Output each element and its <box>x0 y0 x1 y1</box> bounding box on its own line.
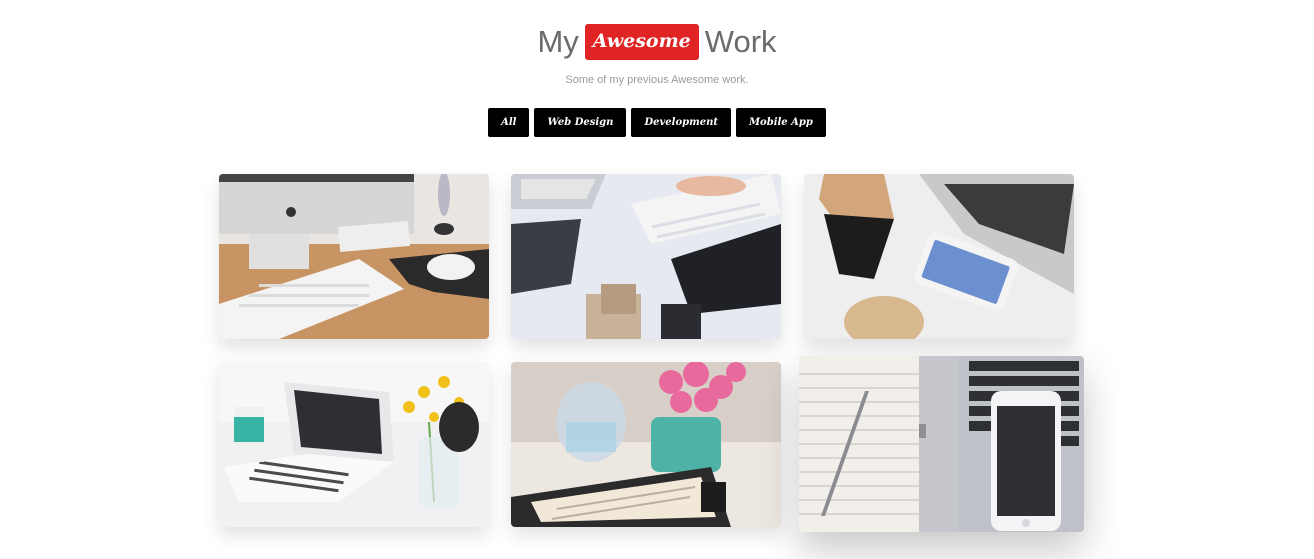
notebook-iphone-image <box>799 356 1084 532</box>
filter-bar: All Web Design Development Mobile App <box>0 108 1314 137</box>
title-pre: My <box>537 24 579 59</box>
flowers-planner-image <box>511 362 781 527</box>
white-laptop-flowers-image <box>219 362 489 527</box>
portfolio-item-notebook-iphone[interactable] <box>799 356 1084 532</box>
portfolio-item-flowers-planner[interactable] <box>511 362 781 527</box>
portfolio-item-white-laptop[interactable] <box>219 362 489 527</box>
filter-mobile-app-button[interactable]: Mobile App <box>735 108 826 137</box>
section-title: My Awesome Work <box>0 24 1314 60</box>
section-subtitle: Some of my previous Awesome work. <box>565 74 749 86</box>
laptop-phone-coffee-image <box>804 174 1074 339</box>
filter-all-button[interactable]: All <box>488 108 530 137</box>
typing-keyboard-image <box>511 174 781 339</box>
filter-development-button[interactable]: Development <box>631 108 731 137</box>
portfolio-item-typing[interactable] <box>511 174 781 339</box>
portfolio-item-laptop-phone[interactable] <box>804 174 1074 339</box>
title-post: Work <box>704 24 777 59</box>
portfolio-item-imac[interactable] <box>219 174 489 339</box>
imac-desk-image <box>219 174 489 339</box>
title-badge: Awesome <box>584 24 699 60</box>
filter-web-design-button[interactable]: Web Design <box>534 108 627 137</box>
